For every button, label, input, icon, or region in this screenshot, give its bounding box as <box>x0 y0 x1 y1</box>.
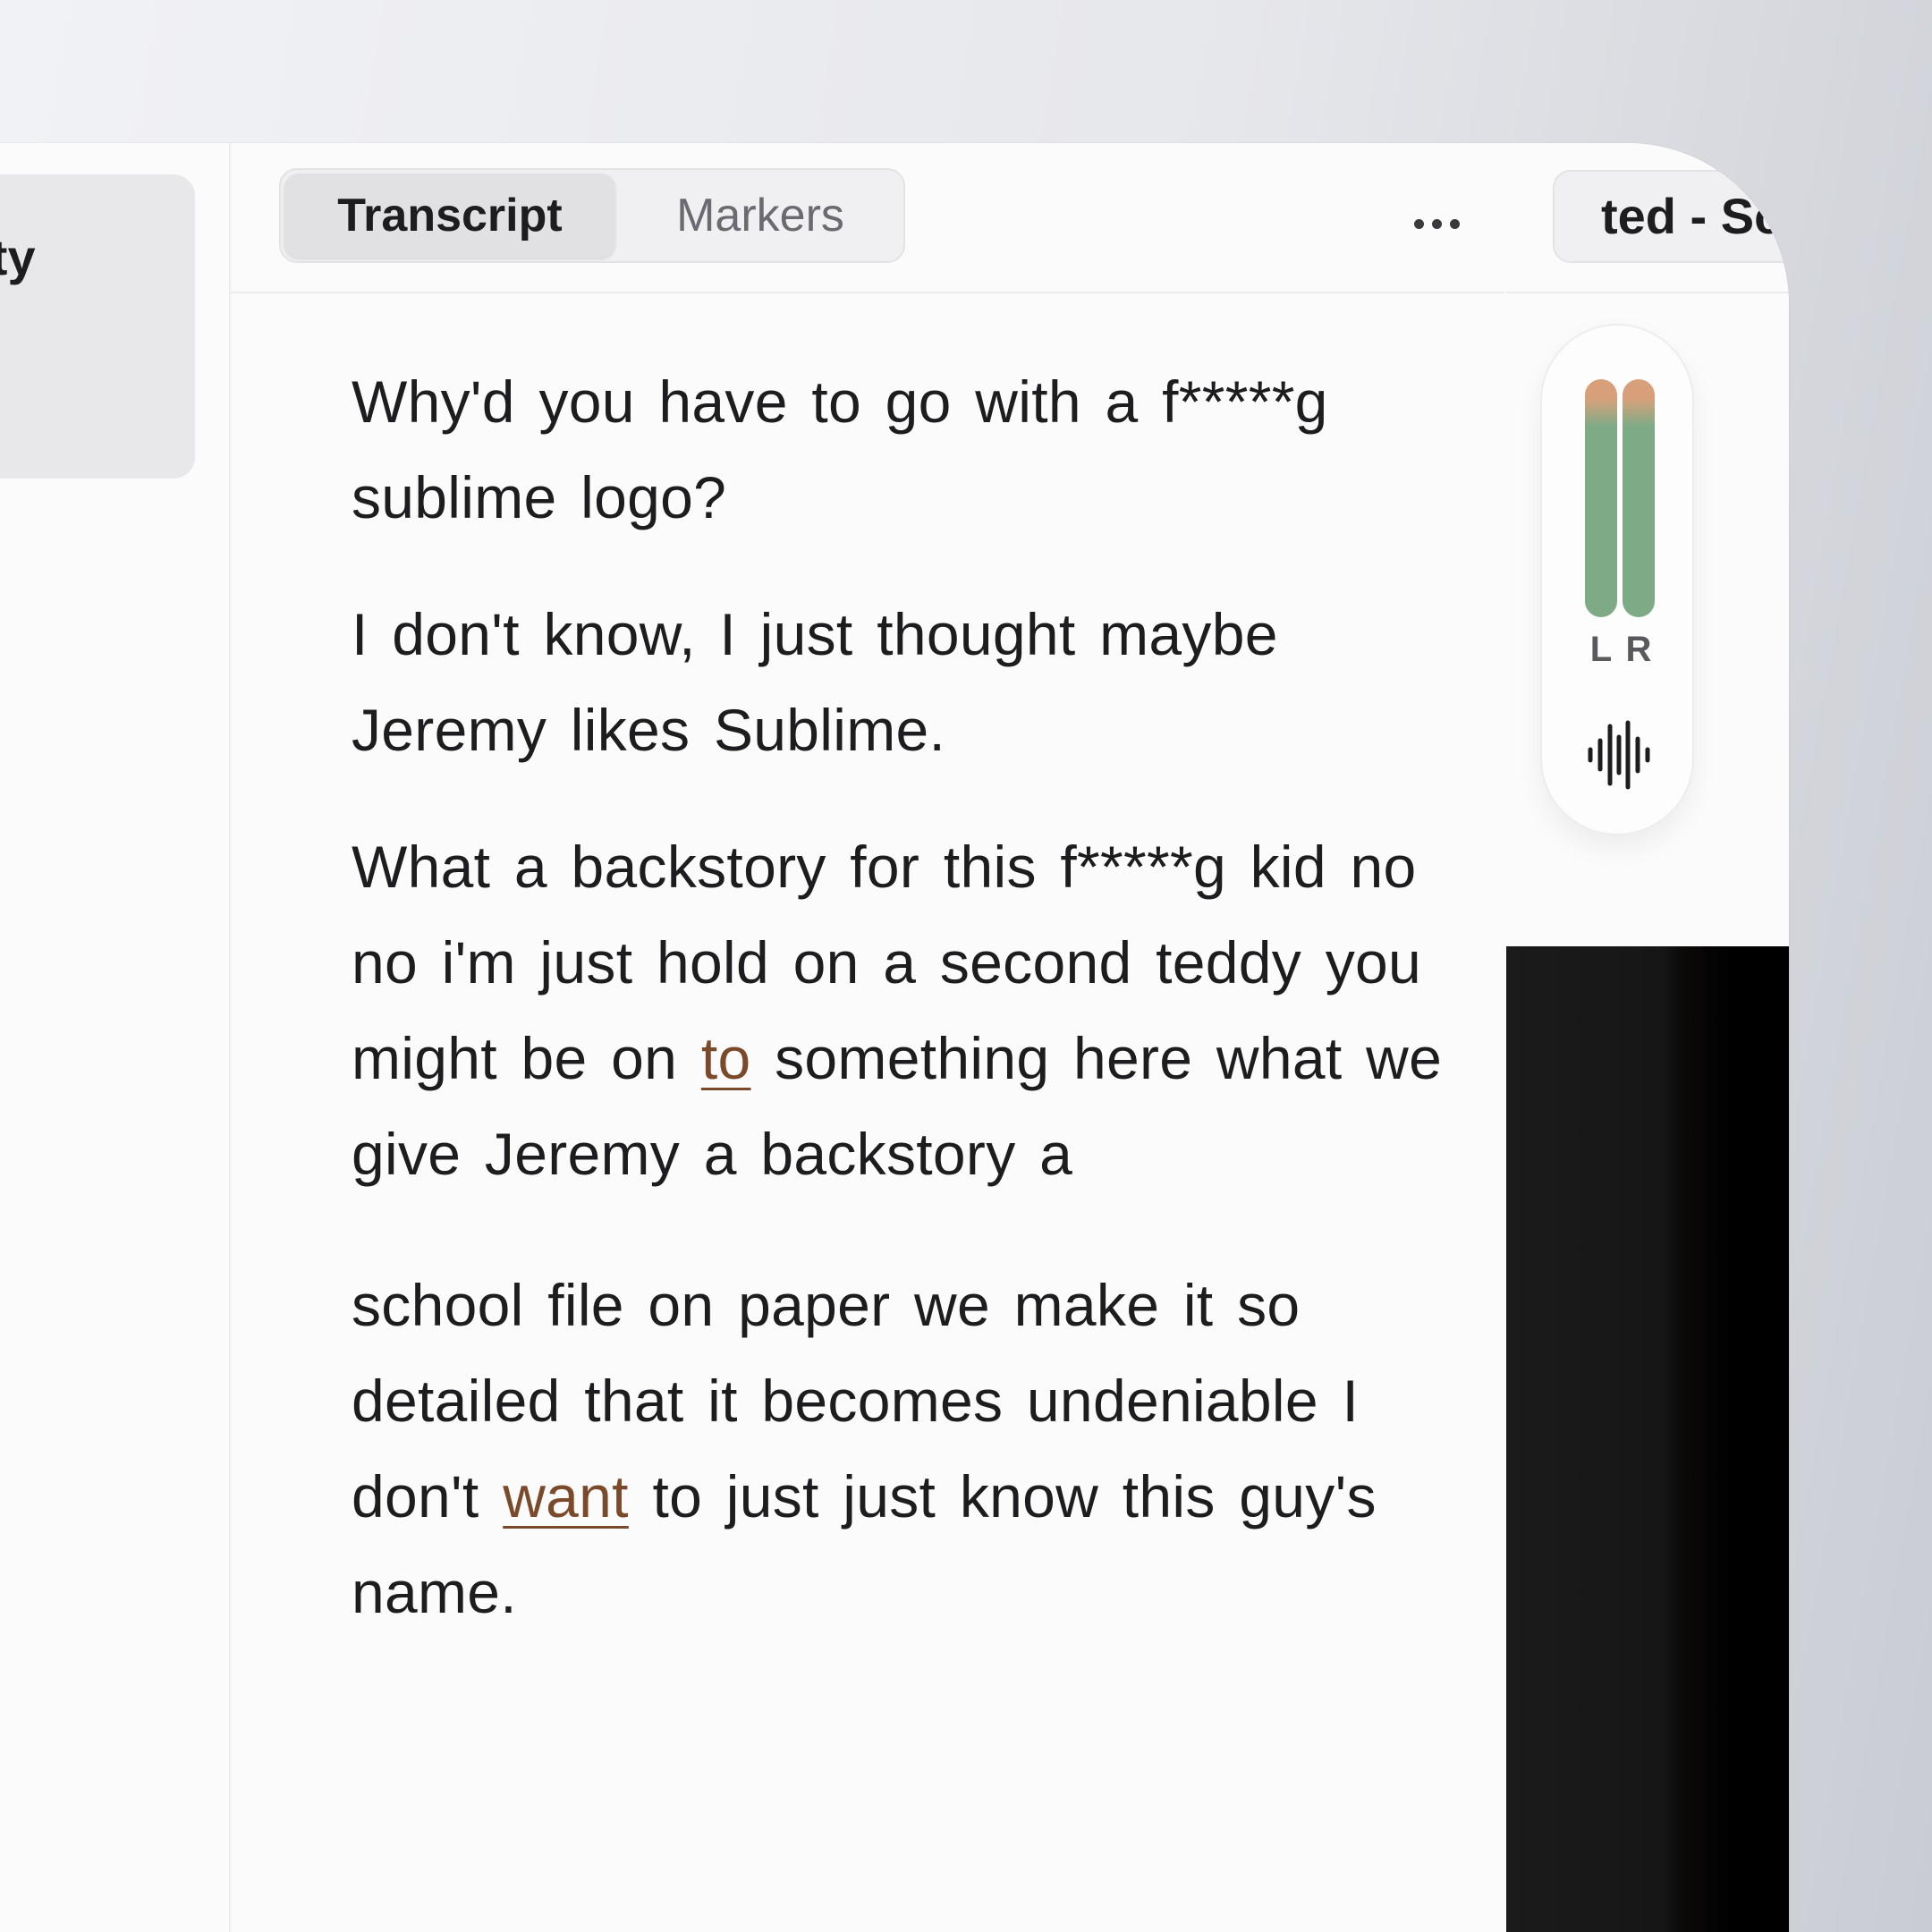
video-preview[interactable] <box>1506 946 1789 1932</box>
transcript-body: Why'd you have to go with a f*****g subl… <box>352 354 1443 1682</box>
left-channel-level <box>1585 379 1617 617</box>
highlighted-word[interactable]: to <box>701 1025 751 1091</box>
transcript-paragraph[interactable]: I don't know, I just thought maybe Jerem… <box>352 587 1443 778</box>
view-switcher: Transcript Markers <box>279 168 905 263</box>
transcript-paragraph[interactable]: Why'd you have to go with a f*****g subl… <box>352 354 1443 546</box>
left-channel-meter <box>1585 379 1617 617</box>
ellipsis-icon <box>1431 218 1442 229</box>
audio-waveform-icon[interactable] <box>1585 719 1653 791</box>
ellipsis-icon <box>1449 218 1460 229</box>
transcript-paragraph[interactable]: school file on paper we make it so detai… <box>352 1258 1443 1640</box>
clip-card-title: rty <box>0 229 36 285</box>
transcript-toolbar: Transcript Markers <box>231 143 1504 293</box>
tab-markers[interactable]: Markers <box>619 174 902 258</box>
tab-transcript[interactable]: Transcript <box>284 174 615 258</box>
right-channel-label: R <box>1625 630 1652 669</box>
left-pane: rty <box>0 143 231 1932</box>
left-channel-label: L <box>1589 630 1613 669</box>
right-toolbar: ted - Sc <box>1506 143 1789 293</box>
right-channel-level <box>1623 379 1655 617</box>
app-window: rty Transcript Markers Why'd you have to… <box>0 143 1789 1932</box>
transcript-paragraph[interactable]: What a backstory for this f*****g kid no… <box>352 819 1443 1202</box>
highlighted-word[interactable]: want <box>503 1463 629 1530</box>
tab-timeline-label: ted - Sc <box>1601 188 1783 244</box>
tab-timeline[interactable]: ted - Sc <box>1553 170 1789 263</box>
clip-card[interactable]: rty <box>0 174 195 479</box>
right-channel-meter <box>1623 379 1655 617</box>
transcript-text: Why'd you have to go with a f*****g subl… <box>352 369 1328 530</box>
more-options-button[interactable] <box>1401 188 1472 259</box>
transcript-pane: Transcript Markers Why'd you have to go … <box>231 143 1504 1932</box>
transcript-text: I don't know, I just thought maybe Jerem… <box>352 601 1278 763</box>
ellipsis-icon <box>1413 218 1424 229</box>
audio-level-meter: L R <box>1540 324 1694 835</box>
right-pane: ted - Sc L R <box>1506 143 1789 1932</box>
